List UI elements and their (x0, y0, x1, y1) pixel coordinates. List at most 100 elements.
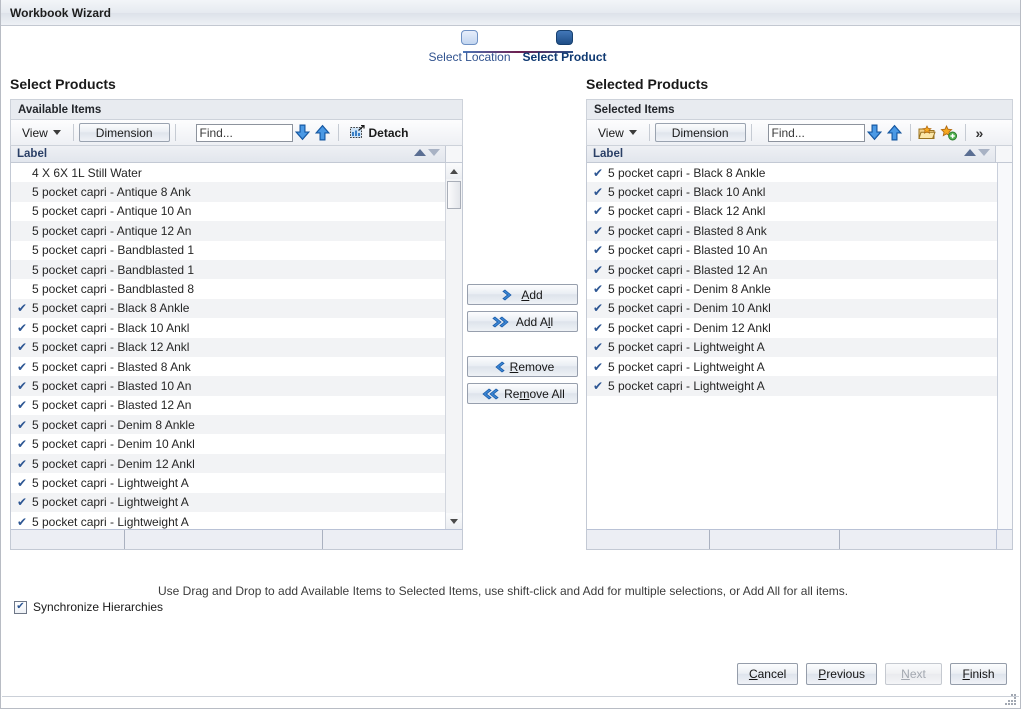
previous-button[interactable]: Previous (806, 663, 877, 685)
list-item[interactable]: ✔ 5 pocket capri - Black 10 Ankl (587, 182, 997, 202)
list-item[interactable]: 5 pocket capri - Antique 10 An (11, 202, 445, 221)
list-item-label: 5 pocket capri - Lightweight A (608, 359, 765, 374)
list-item-label: 5 pocket capri - Blasted 12 An (32, 398, 192, 413)
transfer-buttons: Add Add All Remove Remove All (467, 284, 578, 404)
checkbox-icon: ✔ (14, 600, 27, 614)
list-item[interactable]: ✔ 5 pocket capri - Denim 12 Ankl (11, 453, 445, 474)
list-item-label: 5 pocket capri - Blasted 12 An (608, 262, 768, 277)
view-menu-left[interactable]: View (14, 124, 68, 142)
synchronize-hierarchies-checkbox[interactable]: ✔ Synchronize Hierarchies (14, 600, 163, 614)
list-item[interactable]: ✔ 5 pocket capri - Blasted 8 Ank (11, 357, 445, 376)
chevron-down-icon (628, 130, 637, 135)
selected-items-header-label: Selected Items (594, 103, 675, 116)
list-item[interactable]: ✔ 5 pocket capri - Blasted 12 An (587, 259, 997, 280)
find-input-right[interactable] (767, 123, 865, 142)
list-item[interactable]: ✔ 5 pocket capri - Black 12 Ankl (587, 202, 997, 221)
list-item[interactable]: 5 pocket capri - Antique 12 An (11, 221, 445, 241)
sort-controls[interactable] (414, 149, 440, 156)
sort-controls[interactable] (964, 149, 990, 156)
remove-button[interactable]: Remove (467, 356, 578, 377)
add-all-button[interactable]: Add All (467, 311, 578, 332)
list-item[interactable]: ✔ 5 pocket capri - Blasted 10 An (11, 376, 445, 396)
sort-ascending-icon[interactable] (414, 149, 426, 156)
list-item[interactable]: 5 pocket capri - Bandblasted 1 (11, 241, 445, 260)
list-item[interactable]: ✔ 5 pocket capri - Black 8 Ankle (11, 298, 445, 319)
selected-items-scroll-gutter (998, 163, 1012, 529)
list-item[interactable]: ✔ 5 pocket capri - Denim 8 Ankle (587, 279, 997, 298)
toolbar-overflow-button[interactable]: » (971, 126, 989, 140)
selected-items-rows: ✔ 5 pocket capri - Black 8 Ankle ✔ 5 pocket… (587, 163, 998, 529)
list-item[interactable]: ✔ 5 pocket capri - Denim 8 Ankle (11, 415, 445, 435)
selected-check-icon: ✔ (593, 165, 604, 180)
sort-descending-icon[interactable] (428, 149, 440, 156)
available-items-column-header[interactable]: Label (11, 146, 462, 163)
view-menu-right[interactable]: View (590, 124, 644, 142)
list-item[interactable]: ✔ 5 pocket capri - Lightweight A (11, 492, 445, 513)
toolbar-divider (72, 124, 74, 141)
available-items-panel: Available Items View Dimension Find... D… (10, 99, 463, 550)
scroll-up-button[interactable] (446, 163, 462, 179)
open-favorites-folder-button[interactable] (916, 122, 938, 143)
add-button[interactable]: Add (467, 284, 578, 305)
train-stop-label: Select Location (428, 50, 511, 64)
cancel-button[interactable]: Cancel (736, 663, 799, 685)
scroll-down-button[interactable] (446, 513, 462, 529)
dimension-button-right[interactable]: Dimension (654, 123, 746, 142)
view-menu-label: View (598, 125, 624, 140)
list-item[interactable]: ✔ 5 pocket capri - Blasted 10 An (587, 241, 997, 260)
list-item[interactable]: ✔ 5 pocket capri - Denim 12 Ankl (587, 318, 997, 337)
list-item-label: 5 pocket capri - Bandblasted 1 (32, 243, 195, 258)
train-stop-select-location[interactable]: Select Location (422, 30, 517, 64)
list-item[interactable]: ✔ 5 pocket capri - Lightweight A (587, 337, 997, 357)
list-item[interactable]: ✔ 5 pocket capri - Lightweight A (11, 512, 445, 529)
remove-all-button[interactable]: Remove All (467, 383, 578, 404)
sort-descending-icon[interactable] (978, 149, 990, 156)
list-item[interactable]: ✔ 5 pocket capri - Black 10 Ankl (11, 318, 445, 337)
train-stop-dot-icon (461, 30, 478, 45)
double-chevron-left-icon (482, 387, 499, 400)
selected-check-icon: ✔ (17, 320, 28, 335)
find-next-button-left[interactable] (293, 122, 313, 143)
list-item-label: 5 pocket capri - Lightweight A (32, 514, 189, 529)
column-header-label: Label (593, 148, 624, 160)
find-previous-button-right[interactable] (885, 122, 905, 143)
list-item-label: 5 pocket capri - Antique 10 An (32, 204, 192, 219)
find-input-left[interactable] (195, 123, 293, 142)
list-item[interactable]: ✔ 5 pocket capri - Black 8 Ankle (587, 163, 997, 182)
list-item[interactable]: 4 X 6X 1L Still Water (11, 163, 445, 182)
selected-items-column-header[interactable]: Label (587, 146, 1012, 163)
list-item[interactable]: ✔ 5 pocket capri - Lightweight A (11, 473, 445, 492)
list-item[interactable]: ✔ 5 pocket capri - Lightweight A (587, 357, 997, 376)
list-item-label: 5 pocket capri - Denim 10 Ankl (32, 437, 195, 452)
add-to-favorites-button[interactable] (938, 122, 960, 143)
find-next-button-right[interactable] (865, 122, 885, 143)
list-item-label: 5 pocket capri - Black 10 Ankl (32, 320, 190, 335)
available-items-header: Available Items (10, 99, 463, 119)
dimension-button-left[interactable]: Dimension (78, 123, 170, 142)
list-item-label: 5 pocket capri - Denim 10 Ankl (608, 301, 771, 316)
list-item[interactable]: 5 pocket capri - Bandblasted 8 (11, 279, 445, 298)
find-previous-button-left[interactable] (313, 122, 333, 143)
scroll-track[interactable] (446, 179, 462, 513)
scroll-thumb[interactable] (447, 181, 461, 209)
list-item[interactable]: 5 pocket capri - Antique 8 Ank (11, 182, 445, 202)
detach-button[interactable]: Detach (344, 125, 415, 140)
list-item[interactable]: ✔ 5 pocket capri - Lightweight A (587, 376, 997, 396)
available-items-scrollbar[interactable] (445, 163, 462, 529)
finish-button[interactable]: Finish (950, 663, 1007, 685)
sort-ascending-icon[interactable] (964, 149, 976, 156)
selected-items-rows-area: ✔ 5 pocket capri - Black 8 Ankle ✔ 5 pocket… (587, 163, 1012, 529)
train-stop-select-product[interactable]: Select Product (517, 30, 612, 64)
list-item-label: 5 pocket capri - Black 12 Ankl (32, 340, 190, 355)
resize-grip-icon[interactable] (1005, 694, 1017, 706)
list-item[interactable]: ✔ 5 pocket capri - Blasted 8 Ank (587, 221, 997, 241)
list-item-label: 5 pocket capri - Bandblasted 1 (32, 262, 195, 277)
train-stop-label: Select Product (522, 50, 607, 64)
selected-check-icon: ✔ (593, 223, 604, 238)
list-item[interactable]: ✔ 5 pocket capri - Blasted 12 An (11, 396, 445, 415)
workbook-wizard-window: Workbook Wizard Select Location Select P… (0, 0, 1021, 709)
list-item[interactable]: ✔ 5 pocket capri - Denim 10 Ankl (587, 298, 997, 319)
list-item[interactable]: ✔ 5 pocket capri - Black 12 Ankl (11, 337, 445, 357)
list-item[interactable]: ✔ 5 pocket capri - Denim 10 Ankl (11, 434, 445, 453)
list-item[interactable]: 5 pocket capri - Bandblasted 1 (11, 259, 445, 280)
